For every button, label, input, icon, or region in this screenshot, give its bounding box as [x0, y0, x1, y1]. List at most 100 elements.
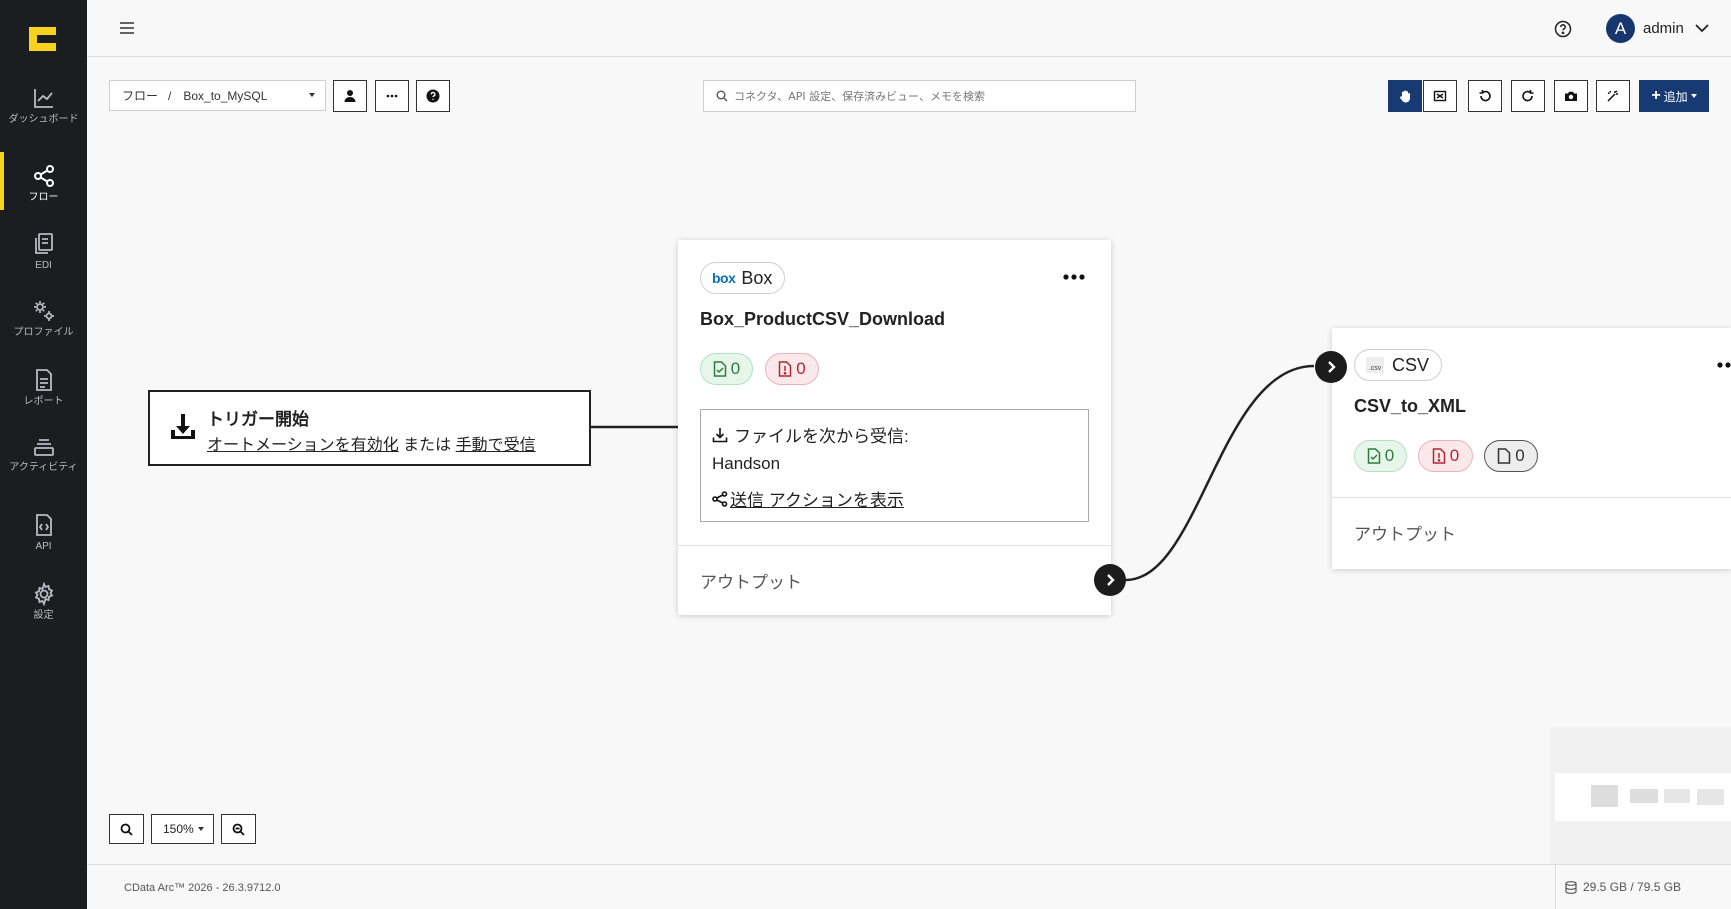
- zoom-out-button[interactable]: [221, 814, 256, 844]
- minimap[interactable]: [1550, 727, 1731, 864]
- sidebar-item-label: ダッシュボード: [8, 114, 79, 125]
- layers-icon: [33, 439, 54, 456]
- connector-title[interactable]: Box_ProductCSV_Download: [700, 309, 945, 330]
- pan-mode-button[interactable]: [1388, 80, 1422, 112]
- breadcrumb-separator: /: [168, 88, 172, 103]
- sidebar-item-api[interactable]: API: [0, 513, 87, 552]
- chevron-down-icon[interactable]: [1695, 23, 1709, 33]
- input-port-button[interactable]: [1315, 351, 1347, 383]
- output-port-button[interactable]: [1094, 564, 1126, 596]
- api-file-icon: [35, 514, 52, 536]
- sidebar-item-label: EDI: [35, 260, 52, 271]
- breadcrumb-dropdown[interactable]: フロー / Box_to_MySQL: [109, 80, 326, 111]
- manual-receive-link[interactable]: 手動で受信: [456, 437, 536, 454]
- gears-icon: [33, 301, 54, 321]
- minimap-node: [1630, 789, 1658, 803]
- chevron-right-icon: [1107, 574, 1115, 586]
- redo-icon: [1522, 90, 1534, 102]
- documents-icon: [34, 233, 53, 254]
- user-name[interactable]: admin: [1643, 20, 1684, 37]
- zoom-level-select[interactable]: 150%: [151, 814, 214, 844]
- success-count-badge[interactable]: 0: [1354, 440, 1407, 472]
- file-check-icon: [713, 361, 727, 377]
- redo-button[interactable]: [1511, 80, 1545, 112]
- more-options-button[interactable]: [375, 80, 409, 112]
- connector-type-pill: box Box: [700, 262, 786, 294]
- top-header: A admin: [87, 0, 1731, 57]
- sidebar-item-profile[interactable]: プロファイル: [0, 299, 87, 338]
- zoom-in-button[interactable]: [109, 814, 144, 844]
- footer-divider: [1555, 865, 1556, 909]
- sidebar-item-label: プロファイル: [13, 327, 74, 338]
- sidebar-item-dashboard[interactable]: ダッシュボード: [0, 86, 87, 125]
- minimap-node: [1697, 789, 1724, 805]
- database-icon: [1565, 880, 1577, 894]
- search-field[interactable]: [703, 80, 1136, 112]
- snapshot-button[interactable]: [1554, 80, 1588, 112]
- success-count-badge[interactable]: 0: [700, 353, 753, 385]
- trigger-start-node[interactable]: トリガー開始 オートメーションを有効化 または 手動で受信: [148, 390, 591, 466]
- output-label: アウトプット: [700, 573, 802, 592]
- help-circle-icon[interactable]: [1554, 20, 1572, 38]
- ellipsis-icon: [386, 94, 398, 98]
- help-button[interactable]: [416, 80, 450, 112]
- user-icon: [344, 90, 356, 102]
- camera-icon: [1565, 91, 1577, 101]
- caret-down-icon: [1690, 94, 1697, 98]
- card-divider: [678, 545, 1111, 546]
- receive-label: ファイルを次から受信:: [734, 427, 909, 446]
- breadcrumb-current: Box_to_MySQL: [183, 88, 268, 103]
- chevron-right-icon: [1328, 361, 1336, 373]
- or-text: または: [398, 437, 456, 454]
- receive-label-row: ファイルを次から受信:: [712, 422, 909, 447]
- sidebar-item-activity[interactable]: アクティビティ: [0, 434, 87, 473]
- file-error-icon: [779, 361, 792, 377]
- minimap-node: [1591, 785, 1618, 807]
- undo-button[interactable]: [1468, 80, 1502, 112]
- more-horizontal-icon[interactable]: [1063, 274, 1085, 280]
- plus-icon: +: [1651, 87, 1661, 104]
- question-circle-icon: [426, 89, 440, 103]
- sidebar-item-edi[interactable]: EDI: [0, 232, 87, 271]
- selection-box-icon: [1433, 90, 1447, 102]
- undo-icon: [1479, 90, 1491, 102]
- csv-connector-card[interactable]: .csv CSV CSV_to_XML 0 0 0 アウトプット: [1332, 328, 1731, 569]
- sidebar-item-label: API: [35, 541, 52, 552]
- file-check-icon: [1367, 448, 1381, 464]
- avatar[interactable]: A: [1606, 14, 1635, 43]
- sidebar-item-settings[interactable]: 設定: [0, 582, 87, 621]
- pending-count-badge[interactable]: 0: [1484, 440, 1538, 472]
- download-icon: [712, 427, 728, 442]
- add-label: 追加: [1663, 89, 1688, 104]
- sidebar-item-flow[interactable]: フロー: [0, 152, 87, 210]
- box-connector-card[interactable]: box Box Box_ProductCSV_Download 0 0 ファイル…: [678, 240, 1111, 615]
- select-mode-button[interactable]: [1423, 80, 1457, 112]
- connector-title[interactable]: CSV_to_XML: [1354, 396, 1466, 417]
- receive-info-box: ファイルを次から受信: Handson 送信 アクションを表示: [700, 409, 1089, 522]
- error-count-badge[interactable]: 0: [765, 353, 819, 385]
- hand-icon: [1400, 90, 1410, 103]
- connector-type-label: Box: [741, 267, 773, 288]
- error-count-badge[interactable]: 0: [1418, 440, 1473, 472]
- add-button[interactable]: + 追加: [1639, 80, 1709, 112]
- output-label: アウトプット: [1354, 525, 1456, 544]
- storage-text: 29.5 GB / 79.5 GB: [1583, 880, 1682, 894]
- sidebar-item-report[interactable]: レポート: [0, 368, 87, 407]
- gear-icon: [34, 582, 53, 606]
- receive-source: Handson: [712, 454, 781, 473]
- auto-arrange-button[interactable]: [1596, 80, 1630, 112]
- caret-down-icon: [309, 93, 315, 97]
- enable-link[interactable]: 有効化: [351, 437, 399, 454]
- sidebar-item-label: 設定: [33, 610, 54, 621]
- chart-line-icon: [33, 89, 53, 108]
- footer: CData Arc™ 2026 - 26.3.9712.0 29.5 GB / …: [87, 864, 1731, 909]
- minimap-node: [1664, 789, 1690, 803]
- cdata-logo[interactable]: [29, 27, 56, 51]
- flow-owner-button[interactable]: [333, 80, 367, 112]
- more-horizontal-icon[interactable]: [1717, 362, 1731, 368]
- search-input[interactable]: [734, 89, 1124, 103]
- automation-link[interactable]: オートメーションを: [207, 437, 351, 454]
- send-actions-link[interactable]: 送信 アクションを表示: [712, 486, 904, 511]
- hamburger-menu-icon[interactable]: [119, 20, 135, 36]
- zoom-level: 150%: [163, 822, 194, 836]
